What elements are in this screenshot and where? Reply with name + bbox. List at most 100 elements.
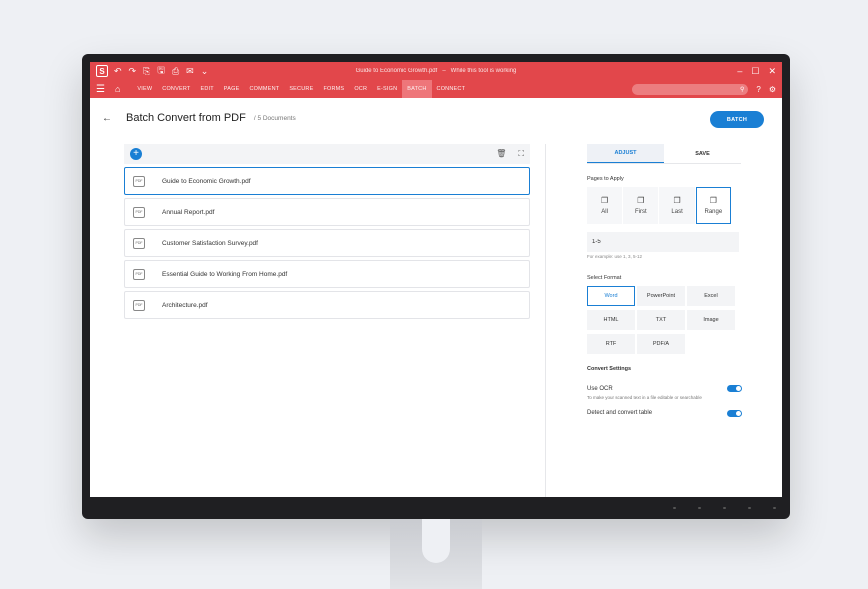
app-logo-icon: S	[96, 65, 108, 77]
menu-ocr[interactable]: OCR	[349, 80, 372, 98]
use-ocr-row: Use OCR	[587, 385, 742, 392]
clear-list-icon[interactable]: 🗑	[496, 149, 506, 159]
settings-tabs: ADJUST SAVE	[587, 144, 741, 164]
menu-edit[interactable]: EDIT	[195, 80, 218, 98]
settings-panel: ADJUST SAVE Pages to Apply ❐ All ❐ First ❐ La…	[545, 144, 782, 497]
window-controls: – ☐ ✕	[737, 66, 776, 77]
email-icon[interactable]: ✉	[186, 66, 194, 77]
menu-secure[interactable]: SECURE	[284, 80, 318, 98]
back-arrow-icon[interactable]: ←	[102, 113, 112, 124]
format-option-word[interactable]: Word	[587, 286, 635, 306]
format-option-pdfa[interactable]: PDF/A	[637, 334, 685, 354]
minimize-icon[interactable]: –	[737, 66, 742, 77]
monitor-bezel	[82, 497, 790, 519]
maximize-icon[interactable]: ☐	[751, 66, 759, 77]
menu-batch[interactable]: BATCH	[402, 80, 432, 98]
page-range-input[interactable]	[587, 232, 739, 252]
page-title: Batch Convert from PDF	[126, 112, 246, 124]
undo-icon[interactable]: ↶	[114, 66, 122, 77]
add-file-button[interactable]: +	[130, 148, 142, 160]
page-option-range[interactable]: ❐ Range	[695, 187, 731, 224]
document-name: Guide to Economic Growth.pdf	[162, 177, 251, 185]
window-title: Guide to Economic Growth.pdf – While thi…	[355, 68, 517, 74]
use-ocr-description: To make your scanned text in a file edit…	[587, 395, 702, 400]
pages-icon: ❐	[709, 196, 717, 205]
format-option-txt[interactable]: TXT	[637, 310, 685, 330]
pdf-file-icon: PDF	[133, 237, 145, 249]
pages-icon: ❐	[673, 196, 681, 205]
home-icon[interactable]: ⌂	[115, 84, 120, 94]
document-list-panel: + 🗑 ⛶ PDF Guide to Economic Growth.pdf PDF…	[124, 144, 530, 497]
document-row[interactable]: PDF Architecture.pdf	[124, 291, 530, 319]
pdf-file-icon: PDF	[133, 206, 145, 218]
menu-view[interactable]: VIEW	[132, 80, 157, 98]
menu-convert[interactable]: CONVERT	[157, 80, 195, 98]
redo-icon[interactable]: ↷	[129, 66, 137, 77]
range-hint: For example: use 1, 3, 5-12	[587, 254, 643, 259]
menu-comment[interactable]: COMMENT	[244, 80, 284, 98]
print-icon[interactable]: ⎙	[172, 66, 179, 77]
close-icon[interactable]: ✕	[768, 66, 776, 77]
monitor-frame: S ↶ ↷ ⎘ 🖫 ⎙ ✉ ⌄ Guide to Economic Growth…	[82, 54, 790, 519]
bezel-button	[673, 507, 676, 509]
format-option-rtf[interactable]: RTF	[587, 334, 635, 354]
search-input[interactable]: ⚲	[632, 83, 749, 95]
format-option-powerpoint[interactable]: PowerPoint	[637, 286, 685, 306]
page-header: ← Batch Convert from PDF / 5 Documents B…	[90, 98, 782, 138]
app-window: S ↶ ↷ ⎘ 🖫 ⎙ ✉ ⌄ Guide to Economic Growth…	[90, 62, 782, 497]
document-list: PDF Guide to Economic Growth.pdf PDF Annual…	[124, 167, 530, 319]
document-count: / 5 Documents	[253, 114, 296, 122]
page-option-all[interactable]: ❐ All	[587, 187, 623, 224]
pages-icon: ❐	[601, 196, 609, 205]
format-option-excel[interactable]: Excel	[687, 286, 735, 306]
pages-to-apply-label: Pages to Apply	[587, 176, 624, 182]
title-bar: S ↶ ↷ ⎘ 🖫 ⎙ ✉ ⌄ Guide to Economic Growth…	[90, 62, 782, 80]
chevron-down-icon[interactable]: ⌄	[201, 66, 209, 77]
document-row[interactable]: PDF Guide to Economic Growth.pdf	[124, 167, 530, 195]
page-option-label: Last	[671, 209, 683, 215]
bezel-button	[698, 507, 701, 509]
window-title-file: Guide to Economic Growth.pdf	[355, 68, 438, 74]
page-option-label: First	[635, 209, 647, 215]
save-icon[interactable]: 🖫	[157, 63, 165, 79]
menu-forms[interactable]: FORMS	[318, 80, 349, 98]
menu-bar: ☰ ⌂ VIEW CONVERT EDIT PAGE COMMENT SECUR…	[90, 80, 782, 98]
pages-icon: ❐	[637, 196, 645, 205]
pdf-file-icon: PDF	[133, 268, 145, 280]
select-all-icon[interactable]: ⛶	[518, 149, 524, 159]
batch-button[interactable]: BATCH	[710, 111, 764, 128]
menu-page[interactable]: PAGE	[219, 80, 245, 98]
open-icon[interactable]: ⎘	[143, 66, 150, 77]
tab-adjust[interactable]: ADJUST	[587, 144, 664, 163]
menu-connect[interactable]: CONNECT	[432, 80, 471, 98]
bezel-button	[723, 507, 726, 509]
page-range-options: ❐ All ❐ First ❐ Last ❐ Range	[587, 187, 732, 224]
bezel-button	[748, 507, 751, 509]
document-row[interactable]: PDF Annual Report.pdf	[124, 198, 530, 226]
document-row[interactable]: PDF Essential Guide to Working From Home.…	[124, 260, 530, 288]
tab-save[interactable]: SAVE	[664, 144, 741, 163]
document-name: Customer Satisfaction Survey.pdf	[162, 239, 258, 247]
document-name: Architecture.pdf	[162, 301, 208, 309]
format-option-html[interactable]: HTML	[587, 310, 635, 330]
use-ocr-toggle[interactable]	[727, 385, 742, 392]
format-option-image[interactable]: Image	[687, 310, 735, 330]
help-icon[interactable]: ?	[756, 85, 760, 94]
search-icon: ⚲	[739, 86, 745, 93]
use-ocr-label: Use OCR	[587, 385, 613, 392]
document-name: Essential Guide to Working From Home.pdf	[162, 270, 288, 278]
menu-esign[interactable]: E-SIGN	[372, 80, 402, 98]
page-option-first[interactable]: ❐ First	[623, 187, 659, 224]
settings-icon[interactable]: ⚙	[769, 85, 776, 94]
list-toolbar-icons: 🗑 ⛶	[496, 149, 524, 159]
document-row[interactable]: PDF Customer Satisfaction Survey.pdf	[124, 229, 530, 257]
list-toolbar: + 🗑 ⛶	[124, 144, 530, 164]
power-button	[773, 507, 776, 509]
detect-table-row: Detect and convert table	[587, 409, 742, 417]
hamburger-menu-icon[interactable]: ☰	[96, 84, 105, 95]
pdf-file-icon: PDF	[133, 299, 145, 311]
select-format-label: Select Format	[587, 275, 622, 281]
detect-table-toggle[interactable]	[727, 409, 742, 417]
convert-settings-label: Convert Settings	[587, 366, 632, 372]
page-option-last[interactable]: ❐ Last	[659, 187, 695, 224]
